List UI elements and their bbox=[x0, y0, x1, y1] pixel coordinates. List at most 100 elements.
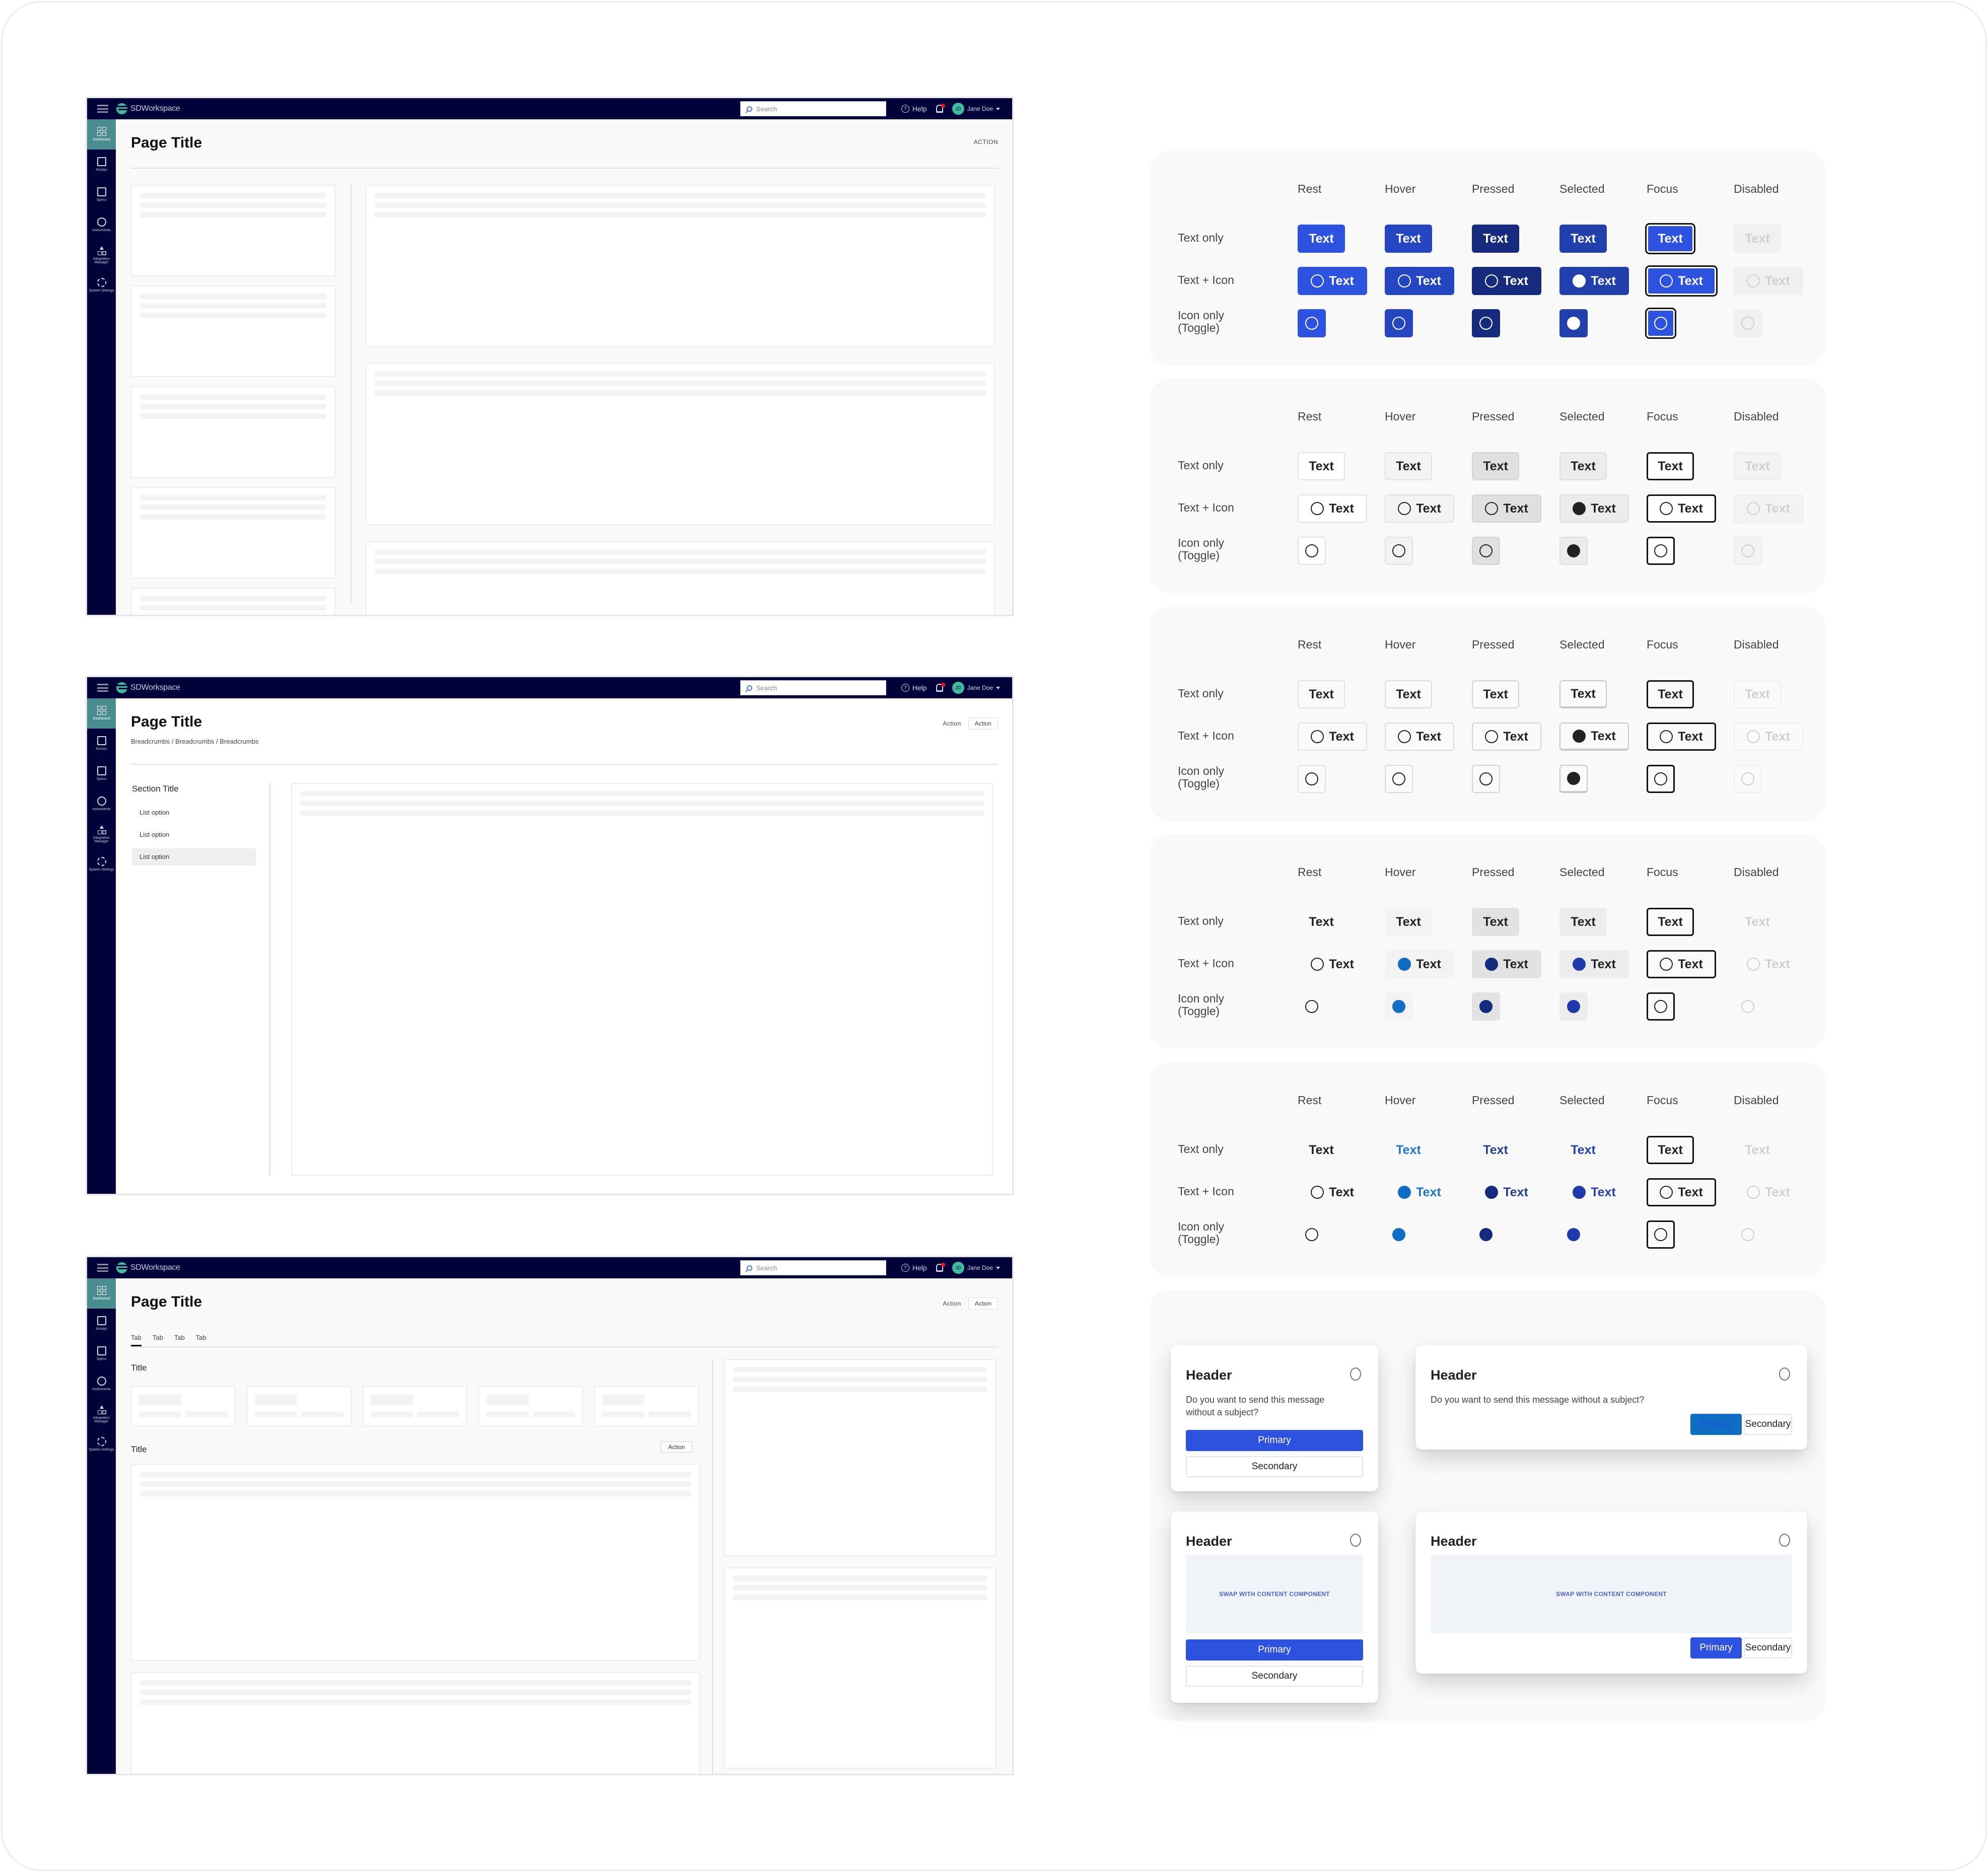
tab-2[interactable]: Tab bbox=[153, 1334, 163, 1346]
ghost-button-text-rest[interactable]: Text bbox=[1298, 908, 1345, 936]
hamburger-menu-icon[interactable] bbox=[97, 1264, 108, 1272]
sidebar-item-assays[interactable]: Assays bbox=[87, 729, 116, 759]
close-icon[interactable] bbox=[1779, 1534, 1790, 1547]
notification-bell-icon[interactable] bbox=[936, 104, 945, 113]
secondary-button[interactable]: Secondary bbox=[1744, 1414, 1792, 1435]
ghost-button-text-icon-hover[interactable]: Text bbox=[1385, 950, 1454, 978]
link-button-text-icon-hover[interactable]: Text bbox=[1385, 1178, 1454, 1206]
brand-logo[interactable]: SDWorkspace bbox=[116, 682, 180, 693]
ghost-button-text-icon-focus[interactable]: Text bbox=[1647, 950, 1716, 978]
tab-1[interactable]: Tab bbox=[131, 1334, 141, 1346]
outline-toggle-icon-rest[interactable] bbox=[1298, 765, 1326, 793]
list-item-selected[interactable]: List option bbox=[132, 848, 256, 866]
outline-toggle-icon-hover[interactable] bbox=[1385, 765, 1413, 793]
link-button-text-icon-focus[interactable]: Text bbox=[1647, 1178, 1716, 1206]
hamburger-menu-icon[interactable] bbox=[97, 684, 108, 692]
primary-button-text-focus[interactable]: Text bbox=[1647, 225, 1694, 253]
primary-button-text-rest[interactable]: Text bbox=[1298, 225, 1345, 253]
ghost-toggle-icon-selected[interactable] bbox=[1559, 992, 1588, 1021]
help-button[interactable]: ? Help bbox=[901, 1264, 927, 1272]
sidebar-item-specs[interactable]: Specs bbox=[87, 759, 116, 789]
outline-button-text-pressed[interactable]: Text bbox=[1472, 680, 1519, 708]
primary-toggle-icon-selected[interactable] bbox=[1559, 309, 1588, 337]
secondary-button-text-selected[interactable]: Text bbox=[1559, 452, 1607, 480]
sidebar-item-specs[interactable]: Specs bbox=[87, 180, 116, 210]
sidebar-item-assays[interactable]: Assays bbox=[87, 1309, 116, 1339]
sidebar-item-system-settings[interactable]: System Settings bbox=[87, 849, 116, 880]
link-toggle-icon-hover[interactable] bbox=[1385, 1220, 1413, 1249]
ghost-toggle-icon-focus[interactable] bbox=[1647, 992, 1675, 1021]
user-menu[interactable]: JD Jane Doe bbox=[952, 682, 1000, 694]
link-button-text-hover[interactable]: Text bbox=[1385, 1136, 1432, 1164]
ghost-button-text-hover[interactable]: Text bbox=[1385, 908, 1432, 936]
search-input[interactable]: Search bbox=[740, 680, 886, 695]
link-toggle-icon-rest[interactable] bbox=[1298, 1220, 1326, 1249]
secondary-button-text-icon-hover[interactable]: Text bbox=[1385, 494, 1454, 523]
secondary-toggle-icon-rest[interactable] bbox=[1298, 537, 1326, 565]
list-item[interactable]: List option bbox=[132, 804, 256, 821]
sidebar-item-dashboard[interactable]: Dashboard bbox=[87, 698, 116, 729]
brand-logo[interactable]: SDWorkspace bbox=[116, 103, 180, 114]
link-toggle-icon-pressed[interactable] bbox=[1472, 1220, 1500, 1249]
primary-button[interactable]: Primary bbox=[1690, 1637, 1742, 1659]
link-toggle-icon-focus[interactable] bbox=[1647, 1220, 1675, 1249]
link-toggle-icon-selected[interactable] bbox=[1559, 1220, 1588, 1249]
link-button-text-selected[interactable]: Text bbox=[1559, 1136, 1607, 1164]
primary-toggle-icon-rest[interactable] bbox=[1298, 309, 1326, 337]
outline-button-text-icon-selected[interactable]: Text bbox=[1559, 723, 1629, 751]
notification-bell-icon[interactable] bbox=[936, 683, 945, 692]
link-button-text-pressed[interactable]: Text bbox=[1472, 1136, 1519, 1164]
outline-button-text-rest[interactable]: Text bbox=[1298, 680, 1345, 708]
user-menu[interactable]: JD Jane Doe bbox=[952, 1262, 1000, 1274]
tab-4[interactable]: Tab bbox=[196, 1334, 206, 1346]
ghost-toggle-icon-hover[interactable] bbox=[1385, 992, 1413, 1021]
primary-toggle-icon-focus[interactable] bbox=[1647, 309, 1675, 337]
primary-toggle-icon-pressed[interactable] bbox=[1472, 309, 1500, 337]
ghost-toggle-icon-pressed[interactable] bbox=[1472, 992, 1500, 1021]
outline-button-text-focus[interactable]: Text bbox=[1647, 680, 1694, 708]
primary-button[interactable]: Primary bbox=[1186, 1639, 1363, 1661]
section-action-button[interactable]: Action bbox=[661, 1442, 693, 1453]
action-ghost-button[interactable]: Action bbox=[943, 1300, 961, 1307]
sidebar-item-dashboard[interactable]: Dashboard bbox=[87, 1278, 116, 1309]
sidebar-item-dashboard[interactable]: Dashboard bbox=[87, 119, 116, 150]
notification-bell-icon[interactable] bbox=[936, 1263, 945, 1272]
action-button[interactable]: ACTION bbox=[974, 138, 998, 146]
secondary-button[interactable]: Secondary bbox=[1186, 1666, 1363, 1687]
primary-button-text-selected[interactable]: Text bbox=[1559, 225, 1607, 253]
sidebar-item-instruments[interactable]: Instruments bbox=[87, 1369, 116, 1399]
link-button-text-focus[interactable]: Text bbox=[1647, 1136, 1694, 1164]
ghost-button-text-selected[interactable]: Text bbox=[1559, 908, 1607, 936]
breadcrumb[interactable]: Breadcrumbs / Breadcrumbs / Breadcrumbs bbox=[131, 738, 259, 745]
sidebar-item-integration-manager[interactable]: Integration Manager bbox=[87, 819, 116, 849]
secondary-button-text-pressed[interactable]: Text bbox=[1472, 452, 1519, 480]
secondary-button-text-hover[interactable]: Text bbox=[1385, 452, 1432, 480]
secondary-toggle-icon-focus[interactable] bbox=[1647, 537, 1675, 565]
outline-toggle-icon-focus[interactable] bbox=[1647, 765, 1675, 793]
secondary-button-text-icon-focus[interactable]: Text bbox=[1647, 494, 1716, 523]
outline-toggle-icon-selected[interactable] bbox=[1559, 765, 1588, 793]
primary-button-text-icon-selected[interactable]: Text bbox=[1559, 267, 1629, 295]
action-outlined-button[interactable]: Action bbox=[968, 1298, 998, 1310]
sidebar-item-instruments[interactable]: Instruments bbox=[87, 210, 116, 240]
ghost-button-text-focus[interactable]: Text bbox=[1647, 908, 1694, 936]
link-button-text-icon-selected[interactable]: Text bbox=[1559, 1178, 1629, 1206]
primary-button[interactable]: Primary bbox=[1186, 1430, 1363, 1451]
action-outlined-button[interactable]: Action bbox=[968, 717, 998, 730]
primary-button-text-icon-rest[interactable]: Text bbox=[1298, 267, 1367, 295]
secondary-toggle-icon-pressed[interactable] bbox=[1472, 537, 1500, 565]
action-ghost-button[interactable]: Action bbox=[943, 720, 961, 727]
primary-button[interactable]: Primary bbox=[1690, 1414, 1742, 1435]
secondary-button-text-icon-rest[interactable]: Text bbox=[1298, 494, 1367, 523]
help-button[interactable]: ? Help bbox=[901, 105, 927, 113]
close-icon[interactable] bbox=[1779, 1367, 1790, 1381]
close-icon[interactable] bbox=[1350, 1367, 1361, 1381]
ghost-button-text-icon-rest[interactable]: Text bbox=[1298, 950, 1367, 978]
sidebar-item-integration-manager[interactable]: Integration Manager bbox=[87, 1399, 116, 1429]
close-icon[interactable] bbox=[1350, 1534, 1361, 1547]
outline-button-text-icon-focus[interactable]: Text bbox=[1647, 723, 1716, 751]
sidebar-item-system-settings[interactable]: System Settings bbox=[87, 270, 116, 301]
link-button-text-icon-pressed[interactable]: Text bbox=[1472, 1178, 1541, 1206]
search-input[interactable]: Search bbox=[740, 101, 886, 116]
secondary-button-text-focus[interactable]: Text bbox=[1647, 452, 1694, 480]
